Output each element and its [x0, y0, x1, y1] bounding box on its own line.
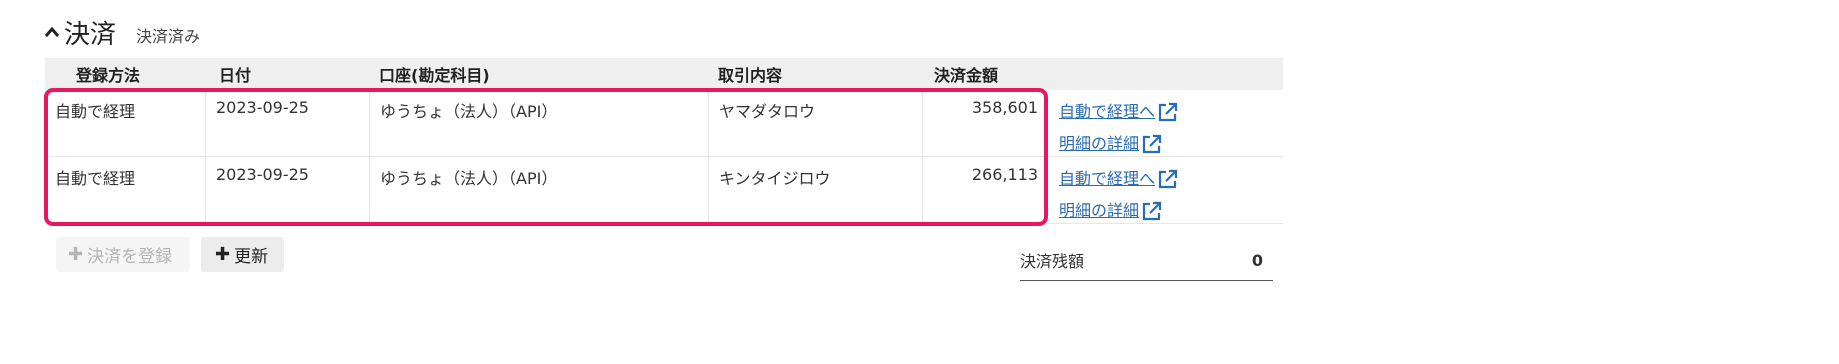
table-header: 登録方法 日付 口座(勘定科目) 取引内容 決済金額 [45, 58, 1283, 90]
chevron-up-icon[interactable] [44, 25, 60, 39]
register-settlement-label[interactable]: 決済を登録 [87, 242, 172, 267]
refresh-button[interactable]: ✚ 更新 [201, 237, 284, 272]
external-link-icon[interactable] [1157, 168, 1179, 190]
section-status: 決済済み [136, 27, 201, 46]
balance-value: 0 [1251, 250, 1263, 270]
register-settlement-button[interactable]: ✚ 決済を登録 [56, 237, 190, 272]
link-auto-accounting[interactable]: 自動で経理へ [1059, 96, 1283, 124]
cell-account: ゆうちょ（法人）（API） [369, 157, 708, 223]
cell-amount: 358,601 [922, 90, 1046, 156]
cell-amount: 266,113 [922, 157, 1046, 223]
section-header[interactable]: 決済 決済済み [44, 12, 200, 52]
cell-method: 自動で経理 [55, 169, 136, 188]
refresh-label[interactable]: 更新 [234, 242, 268, 267]
header-amount: 決済金額 [934, 66, 999, 85]
plus-icon: ✚ [215, 244, 231, 265]
settlement-table: 登録方法 日付 口座(勘定科目) 取引内容 決済金額 自動で経理 2023-09… [45, 58, 1283, 224]
cell-date: 2023-09-25 [205, 90, 369, 156]
settlement-balance: 決済残額 0 [1020, 240, 1273, 281]
external-link-icon[interactable] [1141, 133, 1163, 155]
header-actions [1046, 58, 1283, 90]
cell-method: 自動で経理 [55, 102, 136, 121]
link-statement-detail[interactable]: 明細の詳細 [1059, 195, 1283, 223]
link-statement-detail-label[interactable]: 明細の詳細 [1059, 130, 1139, 154]
section-title: 決済 [64, 19, 117, 50]
cell-description: キンタイジロウ [708, 157, 922, 223]
link-statement-detail-label[interactable]: 明細の詳細 [1059, 197, 1139, 221]
cell-description: ヤマダタロウ [708, 90, 922, 156]
header-method: 登録方法 [76, 66, 141, 85]
cell-actions: 自動で経理へ 明細の詳細 [1046, 90, 1283, 156]
link-auto-accounting-label[interactable]: 自動で経理へ [1059, 165, 1155, 189]
table-row: 自動で経理 2023-09-25 ゆうちょ（法人）（API） ヤマダタロウ 35… [45, 90, 1283, 157]
external-link-icon[interactable] [1157, 101, 1179, 123]
plus-icon: ✚ [68, 244, 84, 265]
link-auto-accounting-label[interactable]: 自動で経理へ [1059, 98, 1155, 122]
cell-actions: 自動で経理へ 明細の詳細 [1046, 157, 1283, 223]
header-date: 日付 [219, 66, 252, 85]
cell-date: 2023-09-25 [205, 157, 369, 223]
cell-account: ゆうちょ（法人）（API） [369, 90, 708, 156]
external-link-icon[interactable] [1141, 200, 1163, 222]
header-account: 口座(勘定科目) [379, 66, 490, 85]
header-description: 取引内容 [718, 66, 783, 85]
table-row: 自動で経理 2023-09-25 ゆうちょ（法人）（API） キンタイジロウ 2… [45, 157, 1283, 224]
link-statement-detail[interactable]: 明細の詳細 [1059, 128, 1283, 156]
link-auto-accounting[interactable]: 自動で経理へ [1059, 163, 1283, 191]
balance-label: 決済残額 [1020, 252, 1085, 271]
